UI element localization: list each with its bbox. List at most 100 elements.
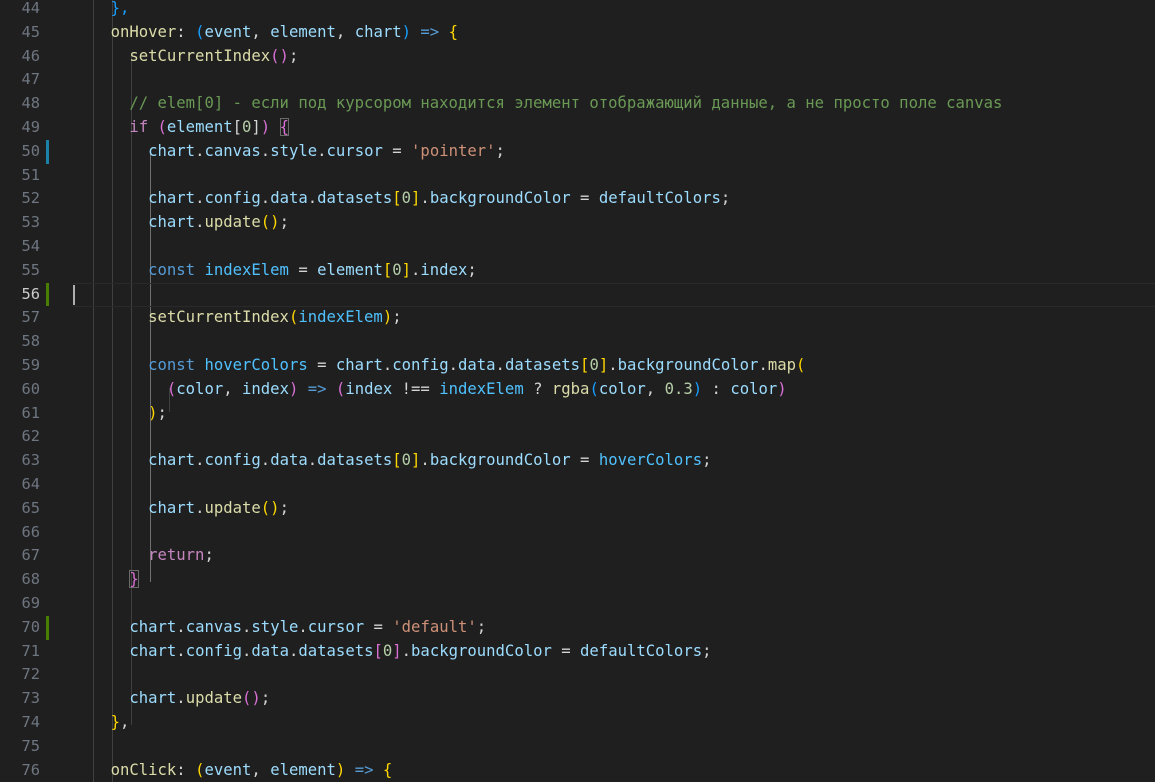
code-token: chart bbox=[148, 498, 196, 517]
line-number[interactable]: 72 bbox=[0, 663, 40, 687]
line-number[interactable]: 68 bbox=[0, 568, 40, 592]
code-line[interactable]: 53 chart.update(); bbox=[0, 211, 1155, 235]
code-line[interactable]: 55 const indexElem = element[0].index; bbox=[0, 259, 1155, 283]
code-editor[interactable]: 44 }, 45 onHover: (event, element, chart)… bbox=[0, 0, 1155, 782]
line-number[interactable]: 55 bbox=[0, 259, 40, 283]
code-token: . bbox=[176, 641, 186, 660]
line-number[interactable]: 61 bbox=[0, 402, 40, 426]
code-token: = bbox=[382, 141, 412, 160]
code-line[interactable]: 68 } bbox=[0, 568, 1155, 592]
code-line[interactable]: 54 bbox=[0, 235, 1155, 259]
code-line[interactable]: 46 setCurrentIndex(); bbox=[0, 45, 1155, 69]
line-number[interactable]: 74 bbox=[0, 711, 40, 735]
line-number[interactable]: 58 bbox=[0, 330, 40, 354]
line-number[interactable]: 56 bbox=[0, 283, 40, 307]
line-number[interactable]: 69 bbox=[0, 592, 40, 616]
line-number[interactable]: 66 bbox=[0, 521, 40, 545]
code-line[interactable]: 62 bbox=[0, 425, 1155, 449]
line-number[interactable]: 48 bbox=[0, 92, 40, 116]
code-line[interactable]: 67 return; bbox=[0, 544, 1155, 568]
gutter-added-marker[interactable] bbox=[46, 615, 49, 640]
line-number[interactable]: 45 bbox=[0, 21, 40, 45]
code-token: = bbox=[307, 355, 336, 374]
line-number[interactable]: 44 bbox=[0, 0, 40, 21]
code-token: . bbox=[420, 451, 430, 470]
line-number[interactable]: 54 bbox=[0, 235, 40, 259]
gutter-modified-marker[interactable] bbox=[46, 139, 49, 164]
code-token: color bbox=[730, 379, 778, 398]
line-number[interactable]: 63 bbox=[0, 449, 40, 473]
code-text: onHover: (event, element, chart) => { bbox=[73, 21, 458, 45]
line-number[interactable]: 51 bbox=[0, 164, 40, 188]
line-number[interactable]: 73 bbox=[0, 687, 40, 711]
line-number[interactable]: 67 bbox=[0, 544, 40, 568]
code-token: ( bbox=[288, 308, 299, 327]
code-line[interactable]: 72 bbox=[0, 663, 1155, 687]
gutter-added-marker[interactable] bbox=[46, 282, 49, 307]
code-line[interactable]: 48 // elem[0] - если под курсором находи… bbox=[0, 92, 1155, 116]
code-line[interactable]: 45 onHover: (event, element, chart) => { bbox=[0, 21, 1155, 45]
line-number[interactable]: 60 bbox=[0, 378, 40, 402]
line-number[interactable]: 47 bbox=[0, 68, 40, 92]
code-line[interactable]: 59 const hoverColors = chart.config.data… bbox=[0, 354, 1155, 378]
line-number[interactable]: 57 bbox=[0, 306, 40, 330]
code-line[interactable]: 47 bbox=[0, 68, 1155, 92]
code-token: . bbox=[608, 355, 618, 374]
line-number[interactable]: 64 bbox=[0, 473, 40, 497]
code-line[interactable]: 57 setCurrentIndex(indexElem); bbox=[0, 306, 1155, 330]
code-token: ( bbox=[796, 355, 806, 374]
code-token: 0 bbox=[589, 355, 599, 374]
code-line[interactable]: 61 ); bbox=[0, 402, 1155, 426]
code-line[interactable]: 76 onClick: (event, element) => { bbox=[0, 759, 1155, 782]
code-token: update bbox=[185, 689, 243, 708]
code-token: ; bbox=[157, 403, 167, 422]
code-line[interactable]: 73 chart.update(); bbox=[0, 687, 1155, 711]
code-line[interactable]: 66 bbox=[0, 521, 1155, 545]
code-line[interactable]: 74 }, bbox=[0, 711, 1155, 735]
line-number[interactable]: 46 bbox=[0, 45, 40, 69]
code-line[interactable]: 75 bbox=[0, 735, 1155, 759]
code-token: . bbox=[176, 617, 186, 636]
code-line[interactable]: 51 bbox=[0, 164, 1155, 188]
code-line[interactable]: 65 chart.update(); bbox=[0, 497, 1155, 521]
code-token: ) bbox=[288, 379, 299, 398]
code-line[interactable]: 50 chart.canvas.style.cursor = 'pointer'… bbox=[0, 139, 1155, 164]
code-line[interactable]: 44 }, bbox=[0, 0, 1155, 21]
code-line[interactable]: 60 (color, index) => (index !== indexEle… bbox=[0, 378, 1155, 402]
code-line[interactable]: 64 bbox=[0, 473, 1155, 497]
line-number[interactable]: 76 bbox=[0, 759, 40, 782]
code-text: }, bbox=[73, 711, 130, 735]
code-line[interactable]: 52 chart.config.data.datasets[0].backgro… bbox=[0, 187, 1155, 211]
line-number[interactable]: 62 bbox=[0, 425, 40, 449]
code-line[interactable]: 63 chart.config.data.datasets[0].backgro… bbox=[0, 449, 1155, 473]
line-number[interactable]: 71 bbox=[0, 640, 40, 664]
code-line[interactable]: 56 bbox=[0, 282, 1155, 307]
code-token: ( bbox=[157, 117, 167, 136]
line-number[interactable]: 75 bbox=[0, 735, 40, 759]
code-line[interactable]: 69 bbox=[0, 592, 1155, 616]
line-number[interactable]: 65 bbox=[0, 497, 40, 521]
code-token: color bbox=[598, 379, 646, 398]
code-token: : bbox=[702, 379, 731, 398]
line-number[interactable]: 53 bbox=[0, 211, 40, 235]
line-number[interactable]: 70 bbox=[0, 616, 40, 640]
code-token: hoverColors bbox=[598, 451, 703, 470]
code-line[interactable]: 70 chart.canvas.style.cursor = 'default'… bbox=[0, 615, 1155, 640]
line-number[interactable]: 49 bbox=[0, 116, 40, 140]
code-token: . bbox=[260, 189, 271, 208]
line-number[interactable]: 52 bbox=[0, 187, 40, 211]
line-number[interactable]: 59 bbox=[0, 354, 40, 378]
code-line[interactable]: 58 bbox=[0, 330, 1155, 354]
code-line[interactable]: 49 if (element[0]) { bbox=[0, 116, 1155, 140]
line-number[interactable]: 50 bbox=[0, 140, 40, 164]
code-token: [ bbox=[382, 260, 393, 279]
code-token: 'pointer' bbox=[411, 141, 496, 160]
code-line[interactable]: 71 chart.config.data.datasets[0].backgro… bbox=[0, 640, 1155, 664]
code-token: { bbox=[382, 760, 393, 779]
